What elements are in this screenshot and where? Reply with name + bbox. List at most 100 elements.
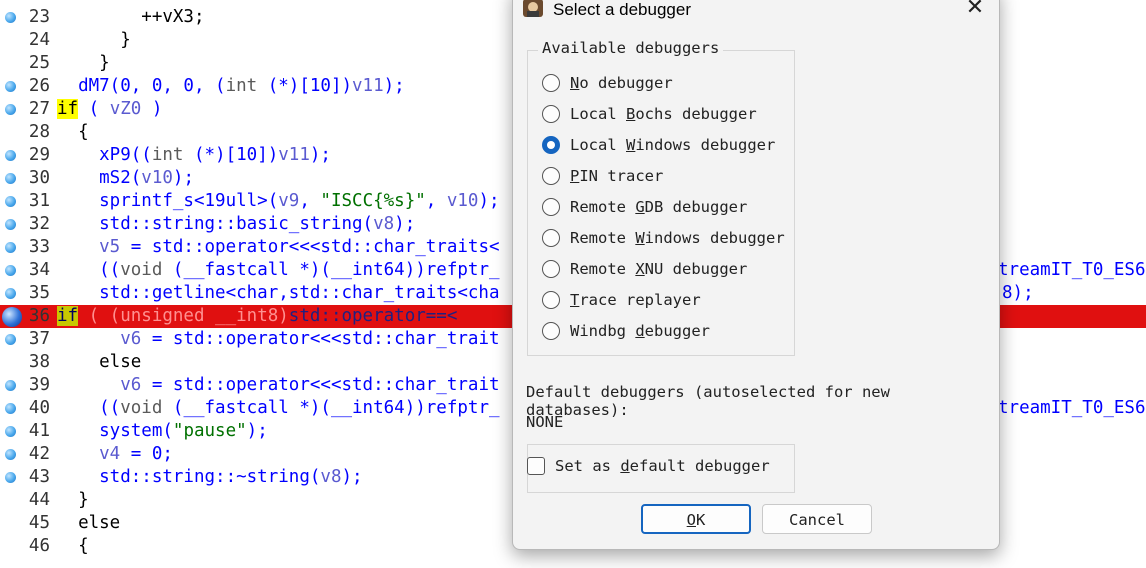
- breakpoint-dot-icon[interactable]: [5, 334, 16, 345]
- breakpoint-dot-icon[interactable]: [5, 403, 16, 414]
- radio-unchecked-icon[interactable]: [542, 229, 560, 247]
- code-token: = 0;: [120, 444, 173, 464]
- line-number: 33: [28, 237, 50, 257]
- code-token: (__fastcall *)(__int64))refptr_: [162, 398, 500, 418]
- code-token: = std::operator<<<std::char_trait: [141, 329, 500, 349]
- radio-unchecked-icon[interactable]: [542, 322, 560, 340]
- line-number: 43: [28, 467, 50, 487]
- radio-checked-icon[interactable]: [542, 136, 560, 154]
- code-text: else: [57, 351, 141, 374]
- breakpoint-dot-icon[interactable]: [5, 173, 16, 184]
- line-number: 28: [28, 122, 50, 142]
- code-token: v5: [57, 237, 121, 257]
- debugger-option[interactable]: Windbg debugger: [542, 319, 710, 343]
- breakpoint-dot-icon[interactable]: [5, 150, 16, 161]
- code-token: (__fastcall *)(__int64))refptr_: [162, 260, 500, 280]
- code-text: v6 = std::operator<<<std::char_trait: [57, 374, 500, 397]
- code-token: );: [341, 467, 363, 487]
- code-token: );: [478, 191, 500, 211]
- breakpoint-dot-icon[interactable]: [5, 196, 16, 207]
- line-number: 35: [28, 283, 50, 303]
- breakpoint-dot-icon[interactable]: [5, 12, 16, 23]
- code-token: v9: [278, 191, 300, 211]
- radio-unchecked-icon[interactable]: [542, 105, 560, 123]
- debugger-option[interactable]: Local Bochs debugger: [542, 102, 757, 126]
- code-overflow-text: 8);: [1002, 283, 1034, 303]
- line-number: 27: [28, 99, 50, 119]
- breakpoint-dot-icon[interactable]: [5, 242, 16, 253]
- debugger-option-label: Remote Windows debugger: [570, 229, 785, 247]
- code-token: ,: [299, 191, 321, 211]
- radio-unchecked-icon[interactable]: [542, 260, 560, 278]
- code-token: );: [246, 421, 268, 441]
- line-number: 30: [28, 168, 50, 188]
- default-debuggers-label: Default debuggers (autoselected for new …: [526, 383, 890, 419]
- ok-button[interactable]: OK: [641, 504, 751, 534]
- line-number: 31: [28, 191, 50, 211]
- select-debugger-dialog: Select a debugger ✕ Available debuggers …: [512, 0, 1000, 550]
- breakpoint-dot-icon[interactable]: [5, 426, 16, 437]
- code-token: ( (unsigned __int8): [78, 306, 289, 326]
- cancel-button[interactable]: Cancel: [762, 504, 872, 534]
- debugger-option[interactable]: Local Windows debugger: [542, 133, 775, 157]
- code-token: }: [57, 53, 110, 73]
- line-number: 45: [28, 513, 50, 533]
- line-number: 26: [28, 76, 50, 96]
- set-default-checkbox-row[interactable]: Set as default debugger: [527, 457, 770, 475]
- set-default-checkbox[interactable]: [527, 457, 545, 475]
- debugger-option[interactable]: Remote XNU debugger: [542, 257, 747, 281]
- debugger-option[interactable]: Trace replayer: [542, 288, 701, 312]
- code-text: ((void (__fastcall *)(__int64))refptr_: [57, 397, 500, 420]
- code-token: = std::operator<<<std::char_traits<: [120, 237, 500, 257]
- breakpoint-dot-icon[interactable]: [5, 219, 16, 230]
- code-token: (*)[10]): [257, 76, 353, 96]
- code-token: else: [57, 352, 142, 372]
- code-text: sprintf_s<19ull>(v9, "ISCC{%s}", v10);: [57, 190, 500, 213]
- debugger-option-label: Trace replayer: [570, 291, 701, 309]
- radio-unchecked-icon[interactable]: [542, 291, 560, 309]
- code-token: );: [172, 168, 194, 188]
- code-token: (*)[10]): [183, 145, 279, 165]
- code-text: std::getline<char,std::char_traits<cha: [57, 282, 499, 305]
- breakpoint-dot-icon[interactable]: [5, 288, 16, 299]
- group-title: Available debuggers: [538, 39, 724, 57]
- code-text: mS2(v10);: [57, 167, 194, 190]
- code-token: v4: [57, 444, 121, 464]
- code-token: v10: [141, 168, 173, 188]
- radio-unchecked-icon[interactable]: [542, 74, 560, 92]
- available-debuggers-group: Available debuggers No debugger Local Boc…: [527, 39, 795, 356]
- radio-unchecked-icon[interactable]: [542, 198, 560, 216]
- debugger-option-label: Local Bochs debugger: [570, 105, 757, 123]
- code-token: v6: [57, 329, 142, 349]
- code-token: v11: [278, 145, 310, 165]
- line-number: 39: [28, 375, 50, 395]
- code-text: ++vX3;: [57, 6, 204, 29]
- line-number: 36: [28, 306, 50, 326]
- code-token: if: [57, 99, 79, 119]
- debugger-option[interactable]: PIN tracer: [542, 164, 663, 188]
- breakpoint-dot-icon[interactable]: [5, 81, 16, 92]
- line-number: 25: [28, 53, 50, 73]
- breakpoint-dot-icon[interactable]: [5, 449, 16, 460]
- code-token: dM7(0, 0, 0, (: [57, 76, 226, 96]
- debugger-option[interactable]: No debugger: [542, 71, 673, 95]
- code-text: if ( vZ0 ): [57, 98, 162, 121]
- code-text: xP9((int (*)[10])v11);: [57, 144, 331, 167]
- code-overflow-text: treamIT_T0_ES6: [998, 398, 1146, 418]
- breakpoint-dot-icon[interactable]: [5, 104, 16, 115]
- code-text: if ( (unsigned __int8)std::operator==<: [57, 305, 457, 328]
- code-text: else: [57, 512, 120, 535]
- code-text: v4 = 0;: [57, 443, 173, 466]
- debugger-option[interactable]: Remote Windows debugger: [542, 226, 785, 250]
- breakpoint-dot-icon[interactable]: [5, 472, 16, 483]
- code-token: mS2(: [57, 168, 142, 188]
- radio-unchecked-icon[interactable]: [542, 167, 560, 185]
- code-text: {: [57, 535, 89, 558]
- current-breakpoint-icon[interactable]: [2, 307, 22, 327]
- debugger-option[interactable]: Remote GDB debugger: [542, 195, 747, 219]
- breakpoint-dot-icon[interactable]: [5, 380, 16, 391]
- code-token: int: [225, 76, 258, 96]
- code-token: = std::operator<<<std::char_trait: [141, 375, 500, 395]
- close-button[interactable]: ✕: [961, 0, 989, 21]
- breakpoint-dot-icon[interactable]: [5, 265, 16, 276]
